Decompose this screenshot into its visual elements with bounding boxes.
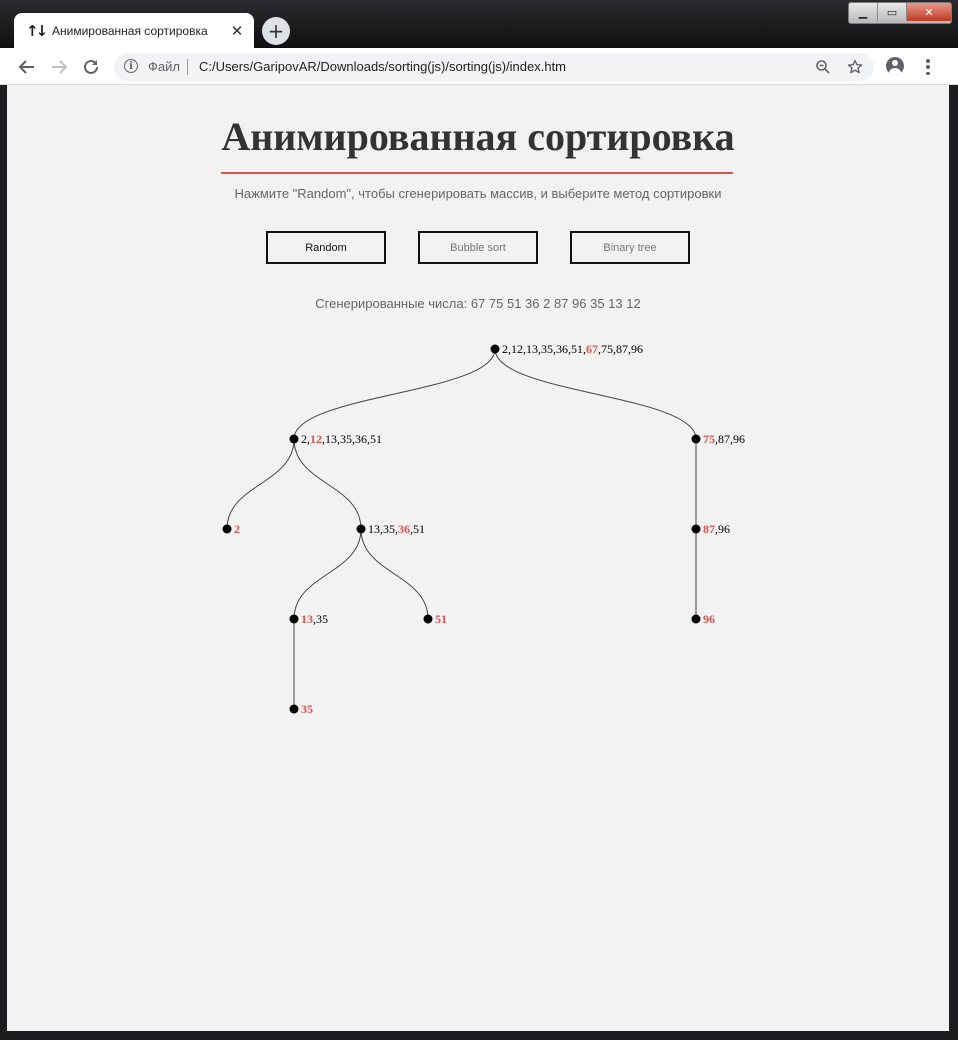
zoom-icon[interactable] bbox=[813, 57, 833, 77]
reload-button[interactable] bbox=[78, 54, 104, 80]
tree-node-dot bbox=[356, 524, 366, 534]
minimize-button[interactable]: ▁ bbox=[849, 3, 878, 21]
tree-node-dot bbox=[289, 434, 299, 444]
browser-tab[interactable]: ↑↓ Анимированная сортировка ✕ bbox=[14, 13, 254, 48]
tree-node-dot bbox=[289, 704, 299, 714]
tree-node-label: 87,96 bbox=[703, 522, 730, 536]
tree-edge bbox=[293, 438, 362, 530]
page-content: Анимированная сортировка Нажмите "Random… bbox=[7, 85, 949, 1031]
tab-close-icon[interactable]: ✕ bbox=[230, 22, 244, 40]
tree-node-dot bbox=[423, 614, 433, 624]
sort-arrows-icon: ↑↓ bbox=[26, 21, 48, 40]
tree-edge bbox=[494, 348, 697, 440]
bookmark-star-icon[interactable] bbox=[845, 57, 865, 77]
info-icon[interactable]: i bbox=[124, 59, 138, 73]
tree-edge bbox=[226, 438, 295, 530]
tree-node-label: 51 bbox=[435, 612, 447, 626]
new-tab-button[interactable]: + bbox=[262, 17, 290, 45]
forward-button[interactable] bbox=[46, 54, 72, 80]
window-controls: ▁ ▭ ✕ bbox=[848, 2, 952, 24]
url-text[interactable]: C:/Users/GaripovAR/Downloads/sorting(js)… bbox=[199, 59, 566, 74]
tree-node-label: 13,35 bbox=[301, 612, 328, 626]
tree-edge bbox=[293, 348, 496, 440]
tree-node-label: 35 bbox=[301, 702, 313, 716]
binary-tree-diagram: 2,12,13,35,36,51,67,75,87,96 2,12,13,35,3… bbox=[222, 342, 745, 716]
tree-node-dot bbox=[691, 614, 701, 624]
forward-arrow-icon bbox=[52, 60, 68, 74]
tree-node-label: 2,12,13,35,36,51,67,75,87,96 bbox=[502, 342, 643, 356]
browser-toolbar: i Файл C:/Users/GaripovAR/Downloads/sort… bbox=[0, 48, 958, 85]
tree-node-dot bbox=[691, 434, 701, 444]
tree-node-dot bbox=[222, 524, 232, 534]
tree-node-label: 13,35,36,51 bbox=[368, 522, 425, 536]
tree-edge bbox=[293, 528, 362, 620]
tree-node-label: 2 bbox=[234, 522, 240, 536]
browser-window: ▁ ▭ ✕ ↑↓ Анимированная сортировка ✕ + i … bbox=[0, 0, 958, 1040]
tree-node-label: 75,87,96 bbox=[703, 432, 745, 446]
tab-title: Анимированная сортировка bbox=[52, 23, 208, 38]
close-window-button[interactable]: ✕ bbox=[907, 3, 951, 21]
menu-dots-icon[interactable] bbox=[920, 57, 936, 77]
reload-icon bbox=[84, 59, 98, 74]
back-arrow-icon bbox=[18, 60, 34, 74]
tree-node-dot bbox=[490, 344, 500, 354]
title-bar: ▁ ▭ ✕ ↑↓ Анимированная сортировка ✕ + bbox=[0, 0, 958, 48]
scheme-label: Файл bbox=[148, 59, 180, 74]
tree-node-dot bbox=[289, 614, 299, 624]
tree-node-label: 96 bbox=[703, 612, 715, 626]
tree-node-label: 2,12,13,35,36,51 bbox=[301, 432, 382, 446]
divider bbox=[187, 59, 188, 75]
profile-avatar-icon[interactable] bbox=[886, 57, 904, 75]
address-bar[interactable]: i Файл C:/Users/GaripovAR/Downloads/sort… bbox=[114, 53, 874, 81]
maximize-button[interactable]: ▭ bbox=[878, 3, 907, 21]
back-button[interactable] bbox=[14, 54, 40, 80]
tree-node-dot bbox=[691, 524, 701, 534]
tree-edge bbox=[360, 528, 429, 620]
